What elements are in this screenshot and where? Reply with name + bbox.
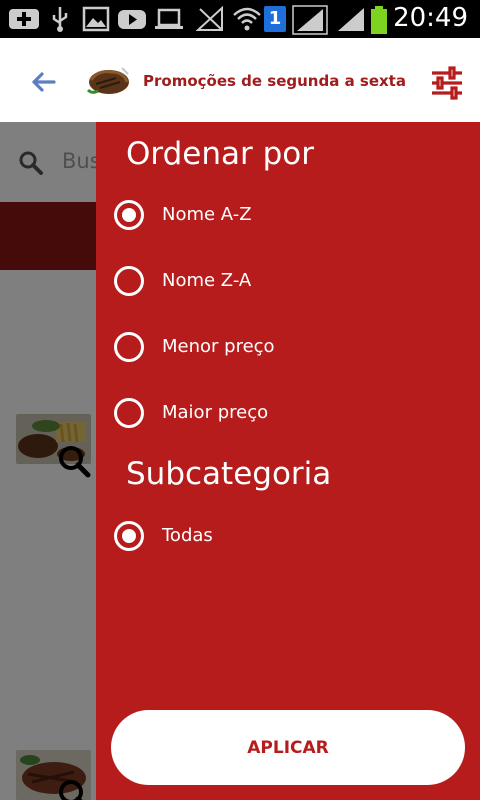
radio-checked-icon: [114, 200, 144, 230]
radio-unchecked-icon: [114, 266, 144, 296]
add-notification-icon: [9, 9, 39, 29]
usb-icon: [52, 7, 68, 32]
page-title: Promoções de segunda a sexta: [143, 72, 406, 90]
sort-option-label: Menor preço: [162, 336, 275, 357]
app-bar: Promoções de segunda a sexta: [0, 38, 480, 122]
signal-off-icon: [196, 5, 223, 31]
subcategory-option-all[interactable]: Todas: [114, 513, 454, 559]
image-icon: [82, 6, 110, 32]
sim-badge: 1: [264, 6, 286, 32]
sort-option-label: Nome Z-A: [162, 270, 252, 291]
filter-drawer: Ordenar por Nome A-Z Nome Z-A Menor preç…: [96, 122, 480, 800]
sort-option-label: Maior preço: [162, 402, 269, 423]
tune-icon: [432, 66, 462, 100]
youtube-icon: [118, 10, 146, 29]
status-time: 20:49: [393, 3, 468, 33]
radio-unchecked-icon: [114, 398, 144, 428]
sort-option-name-az[interactable]: Nome A-Z: [114, 192, 454, 238]
sort-option-name-za[interactable]: Nome Z-A: [114, 258, 454, 304]
filter-button[interactable]: [428, 64, 466, 102]
status-bar: 1 20:49: [0, 0, 480, 38]
subcategory-option-label: Todas: [162, 525, 213, 546]
sort-section-title: Ordenar por: [126, 136, 314, 172]
sim-badge-number: 1: [268, 8, 282, 29]
back-button[interactable]: [26, 64, 62, 100]
steak-logo-icon: [86, 67, 129, 94]
apply-button-label: APLICAR: [247, 737, 329, 758]
subcategory-section-title: Subcategoria: [126, 456, 332, 492]
cell-signal-2-icon: [338, 8, 364, 31]
sort-option-highest-price[interactable]: Maior preço: [114, 390, 454, 436]
arrow-back-icon: [32, 72, 56, 92]
radio-unchecked-icon: [114, 332, 144, 362]
wifi-icon: [233, 7, 261, 31]
apply-button[interactable]: APLICAR: [111, 710, 465, 785]
sort-option-lowest-price[interactable]: Menor preço: [114, 324, 454, 370]
sort-option-label: Nome A-Z: [162, 204, 252, 225]
laptop-icon: [155, 8, 183, 29]
radio-checked-icon: [114, 521, 144, 551]
battery-icon: [371, 6, 387, 34]
cell-signal-icon: [292, 5, 328, 35]
